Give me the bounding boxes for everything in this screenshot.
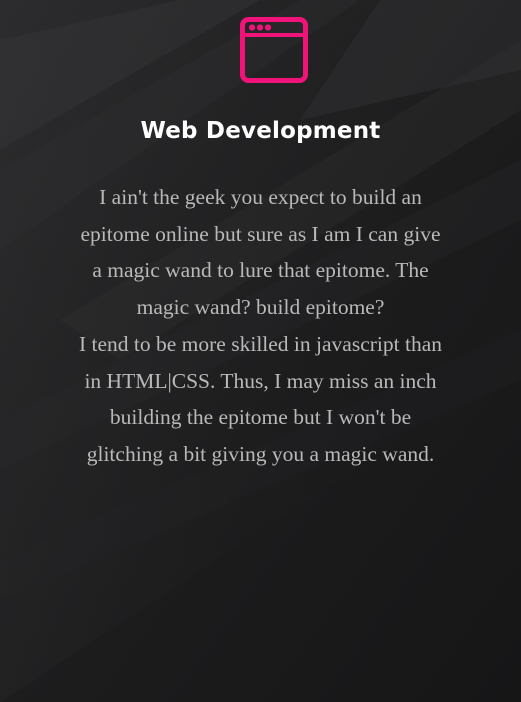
description-line: epitome online but sure as I am I can gi…: [80, 221, 441, 246]
description-line: building the epitome but I won't be: [109, 405, 412, 430]
service-description: I ain't the geek you expect to build an …: [50, 179, 471, 473]
description-line: a magic wand to lure that epitome. The: [92, 258, 429, 283]
service-card: Web Development I ain't the geek you exp…: [0, 0, 521, 702]
browser-window-icon: [239, 16, 309, 84]
description-line: I tend to be more skilled in javascript …: [78, 331, 442, 356]
description-line: glitching a bit giving you a magic wand.: [86, 441, 435, 466]
service-title: Web Development: [140, 118, 381, 144]
description-line: magic wand? build epitome?: [136, 295, 385, 320]
description-line: I ain't the geek you expect to build an: [99, 185, 422, 209]
description-line: in HTML|CSS. Thus, I may miss an inch: [84, 368, 437, 393]
